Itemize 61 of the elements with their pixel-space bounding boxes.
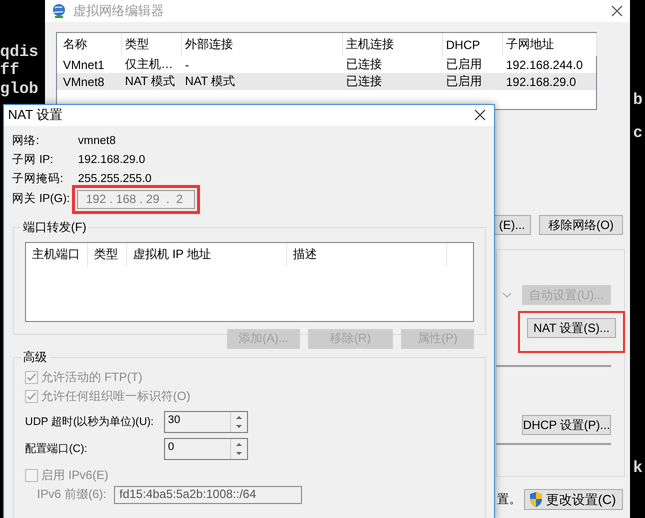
terminal-text: b <box>633 91 643 109</box>
checkbox-label: 允许任何组织唯一标识符(O) <box>41 388 190 405</box>
field-value: 192.168.29.0 <box>78 152 146 168</box>
button[interactable]: DHCP 设置(P)... <box>522 415 611 435</box>
window-title: 虚拟网络编辑器 <box>73 2 165 20</box>
button[interactable]: NAT 设置(S)... <box>527 318 616 338</box>
ip-address-field[interactable]: 192 . 168 . 29 . 2 <box>77 190 195 209</box>
terminal-text: qdis <box>0 43 38 61</box>
terminal-text: ff <box>0 61 20 79</box>
field-label: 网关 IP(G): <box>12 192 71 208</box>
column-header[interactable]: 名称 <box>60 33 122 56</box>
table-cell-text: 已启用 <box>445 73 483 90</box>
column-header[interactable]: DHCP <box>443 33 503 56</box>
terminal-text: c <box>633 124 643 142</box>
table-cell-text: 192.168.29.0 <box>505 74 578 88</box>
table-row[interactable]: VMnet8 NAT 模式 NAT 模式 已连接 已启用 192.168.29.0 <box>57 73 596 90</box>
close-icon[interactable] <box>610 4 624 18</box>
table-cell-text: 已连接 <box>345 73 383 90</box>
column-header[interactable]: 类型 <box>122 33 182 56</box>
globe-icon <box>51 3 67 19</box>
table-cell-text: - <box>184 58 190 72</box>
column-header[interactable]: 类型 <box>88 242 127 267</box>
table-cell-text: NAT 模式 <box>184 73 236 90</box>
column-header[interactable]: 主机端口 <box>26 242 88 267</box>
terminal-text: glob <box>0 80 38 98</box>
shield-icon <box>528 491 544 508</box>
field-value: 255.255.255.0 <box>78 172 153 187</box>
table-row[interactable]: VMnet1 仅主机… - 已连接 已启用 192.168.244.0 <box>57 56 596 73</box>
dialog-title: NAT 设置 <box>8 106 62 124</box>
change-settings-button[interactable]: 更改设置(C) <box>524 489 623 510</box>
field-label: 网络: <box>12 134 40 149</box>
field-label: 子网 IP: <box>12 152 54 168</box>
prefix-field[interactable]: fd15:4ba5:5a2b:1008::/64 <box>114 486 302 504</box>
column-header[interactable]: 虚拟机 IP 地址 <box>127 242 287 267</box>
button[interactable]: 移除网络(O) <box>539 215 623 235</box>
column-header[interactable]: 描述 <box>287 242 447 267</box>
spin-box[interactable]: 0 <box>164 438 248 460</box>
table-cell-text: 仅主机… <box>124 56 174 73</box>
column-header[interactable]: 外部连接 <box>182 33 343 56</box>
field-label: UDP 超时(以秒为单位)(U): <box>25 415 155 430</box>
column-header[interactable]: 子网地址 <box>503 33 597 56</box>
table-cell-text: 已启用 <box>445 56 483 73</box>
spin-box[interactable]: 30 <box>164 410 248 433</box>
button[interactable]: (E)... <box>493 215 531 235</box>
field-label: IPv6 前缀(6): <box>37 486 106 504</box>
table-cell-text: 已连接 <box>345 56 383 73</box>
field-label: 配置端口(C): <box>25 442 88 456</box>
table-cell-text: VMnet8 <box>62 74 106 88</box>
table-cell-text: VMnet1 <box>62 58 106 72</box>
field-label: 子网掩码: <box>12 172 64 187</box>
field-value: vmnet8 <box>78 134 117 149</box>
checkbox-label: 启用 IPv6(E) <box>41 466 108 484</box>
column-header[interactable]: 主机连接 <box>343 33 443 56</box>
footer-text: 置。 <box>496 491 521 508</box>
close-icon[interactable] <box>474 109 486 122</box>
table-cell-text: 192.168.244.0 <box>505 58 584 72</box>
terminal-text: k <box>633 459 643 477</box>
checkbox-label: 允许活动的 FTP(T) <box>41 368 142 386</box>
table-cell-text: NAT 模式 <box>124 73 176 90</box>
checkbox[interactable] <box>25 468 38 482</box>
group-title: 端口转发(F) <box>21 218 88 236</box>
